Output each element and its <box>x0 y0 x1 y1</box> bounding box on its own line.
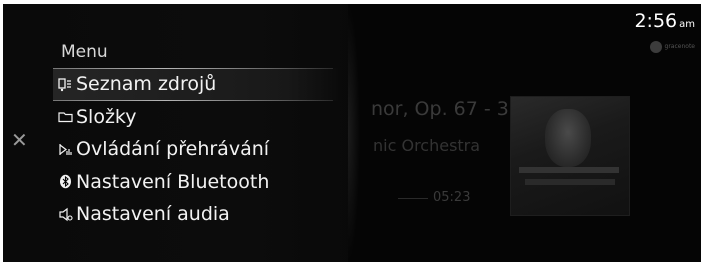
gracenote-logo-icon <box>649 41 662 53</box>
clock-ampm: am <box>679 19 695 30</box>
gracenote-badge: gracenote <box>649 41 695 53</box>
infotainment-screen: nor, Op. 67 - 3... nic Orchestra 05:23 2… <box>3 4 701 262</box>
clock-time: 2:56 <box>634 10 678 32</box>
menu-item-label: Nastavení Bluetooth <box>76 170 270 193</box>
menu-item-label: Nastavení audia <box>76 203 230 226</box>
menu-title: Menu <box>61 42 108 62</box>
menu-item-folders[interactable]: Složky <box>53 101 343 134</box>
source-list-icon <box>57 76 73 92</box>
now-playing-artist: nic Orchestra <box>373 136 481 155</box>
menu-item-audio-settings[interactable]: Nastavení audia <box>53 198 343 231</box>
clock: 2:56 am <box>634 10 695 32</box>
bluetooth-icon <box>57 174 73 190</box>
close-icon[interactable]: ✕ <box>11 130 28 150</box>
playback-control-icon <box>57 141 73 157</box>
menu-item-label: Seznam zdrojů <box>76 73 217 96</box>
menu-item-bluetooth-settings[interactable]: Nastavení Bluetooth <box>53 166 343 199</box>
now-playing-progress-bar <box>398 198 428 199</box>
menu-panel: ✕ Menu Seznam zdrojů Složky Ovládání pře… <box>3 4 360 262</box>
menu-list: Seznam zdrojů Složky Ovládání přehrávání… <box>53 68 343 231</box>
gracenote-badge-label: gracenote <box>664 43 695 50</box>
now-playing-track-title: nor, Op. 67 - 3... <box>371 98 527 120</box>
menu-item-label: Ovládání přehrávání <box>76 138 270 161</box>
menu-item-label: Složky <box>76 105 137 128</box>
menu-item-source-list[interactable]: Seznam zdrojů <box>53 68 343 101</box>
speaker-icon <box>57 206 73 222</box>
folder-icon <box>57 109 73 125</box>
menu-item-playback-control[interactable]: Ovládání přehrávání <box>53 133 343 166</box>
now-playing-elapsed-time: 05:23 <box>433 190 471 205</box>
album-art <box>510 96 630 216</box>
